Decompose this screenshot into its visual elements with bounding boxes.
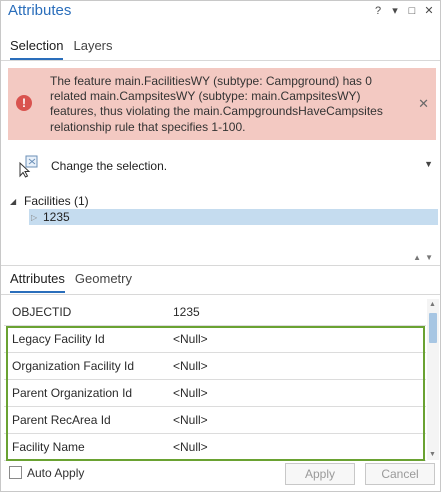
error-banner: ! The feature main.FacilitiesWY (subtype… [8,68,436,140]
field-name: Legacy Facility Id [12,332,105,346]
field-value[interactable]: <Null> [173,440,208,454]
collapse-caret-icon[interactable]: ▷ [31,213,43,222]
title-bar: Attributes ? ▾ □ ✕ [1,1,440,25]
expand-caret-icon[interactable]: ◢ [10,197,24,206]
change-selection-label: Change the selection. [51,159,168,173]
table-row[interactable]: Parent RecArea Id <Null> [4,407,426,434]
window-controls: ? ▾ □ ✕ [373,5,434,17]
field-value[interactable]: <Null> [173,413,208,427]
field-name: Parent RecArea Id [12,413,111,427]
chevron-down-icon[interactable]: ▼ [424,159,433,169]
scroll-thumb[interactable] [429,313,437,343]
options-menu-icon[interactable]: ▾ [390,5,400,17]
attributes-pane: Attributes ? ▾ □ ✕ Selection Layers ! Th… [0,0,441,492]
chevron-down-icon[interactable]: ▼ [425,253,433,262]
table-row[interactable]: Facility Name <Null> [4,434,426,461]
divider [1,294,440,295]
table-row[interactable]: Parent Organization Id <Null> [4,380,426,407]
footer-bar: Auto Apply Apply Cancel [1,462,440,492]
table-row[interactable]: OBJECTID 1235 [4,299,426,326]
dismiss-error-icon[interactable]: ✕ [418,96,429,112]
cancel-button[interactable]: Cancel [365,463,435,485]
tab-selection[interactable]: Selection [10,38,64,60]
close-icon[interactable]: ✕ [424,5,434,17]
tab-layers[interactable]: Layers [73,38,112,60]
restore-icon[interactable]: □ [407,5,417,17]
auto-apply-checkbox[interactable] [9,466,22,479]
divider [1,265,440,266]
field-value[interactable]: <Null> [173,386,208,400]
tree-node-facilities[interactable]: ◢ Facilities (1) [10,193,89,209]
vertical-scrollbar[interactable]: ▲ ▼ [427,299,439,460]
change-selection-icon [19,155,38,178]
tree-node-feature[interactable]: ▷ 1235 [29,209,438,225]
bottom-tab-strip: Attributes Geometry [10,271,132,293]
tab-geometry[interactable]: Geometry [75,271,132,293]
change-selection-row[interactable]: Change the selection. ▼ [17,154,433,180]
error-message: The feature main.FacilitiesWY (subtype: … [50,74,383,134]
apply-button[interactable]: Apply [285,463,355,485]
field-name: OBJECTID [12,305,72,319]
splitter-arrows: ▲ ▼ [413,253,433,262]
help-icon[interactable]: ? [373,5,383,17]
field-value[interactable]: <Null> [173,359,208,373]
tree-node-label: Facilities (1) [24,194,89,208]
chevron-up-icon[interactable]: ▲ [413,253,421,262]
scroll-down-icon[interactable]: ▼ [429,451,436,458]
error-icon: ! [16,95,32,111]
table-row[interactable]: Organization Facility Id <Null> [4,353,426,380]
panel-splitter[interactable]: ▲ ▼ [1,253,440,265]
attribute-table: OBJECTID 1235 Legacy Facility Id <Null> … [4,299,426,462]
tree-node-label: 1235 [43,210,70,224]
scroll-up-icon[interactable]: ▲ [429,301,436,308]
field-name: Organization Facility Id [12,359,135,373]
tab-attributes[interactable]: Attributes [10,271,65,293]
field-name: Parent Organization Id [12,386,133,400]
pane-title: Attributes [8,2,72,19]
field-name: Facility Name [12,440,85,454]
auto-apply-label: Auto Apply [27,466,85,480]
field-value[interactable]: 1235 [173,305,200,319]
top-tab-strip: Selection Layers [10,38,113,60]
table-row[interactable]: Legacy Facility Id <Null> [4,326,426,353]
field-value[interactable]: <Null> [173,332,208,346]
divider [1,60,440,61]
